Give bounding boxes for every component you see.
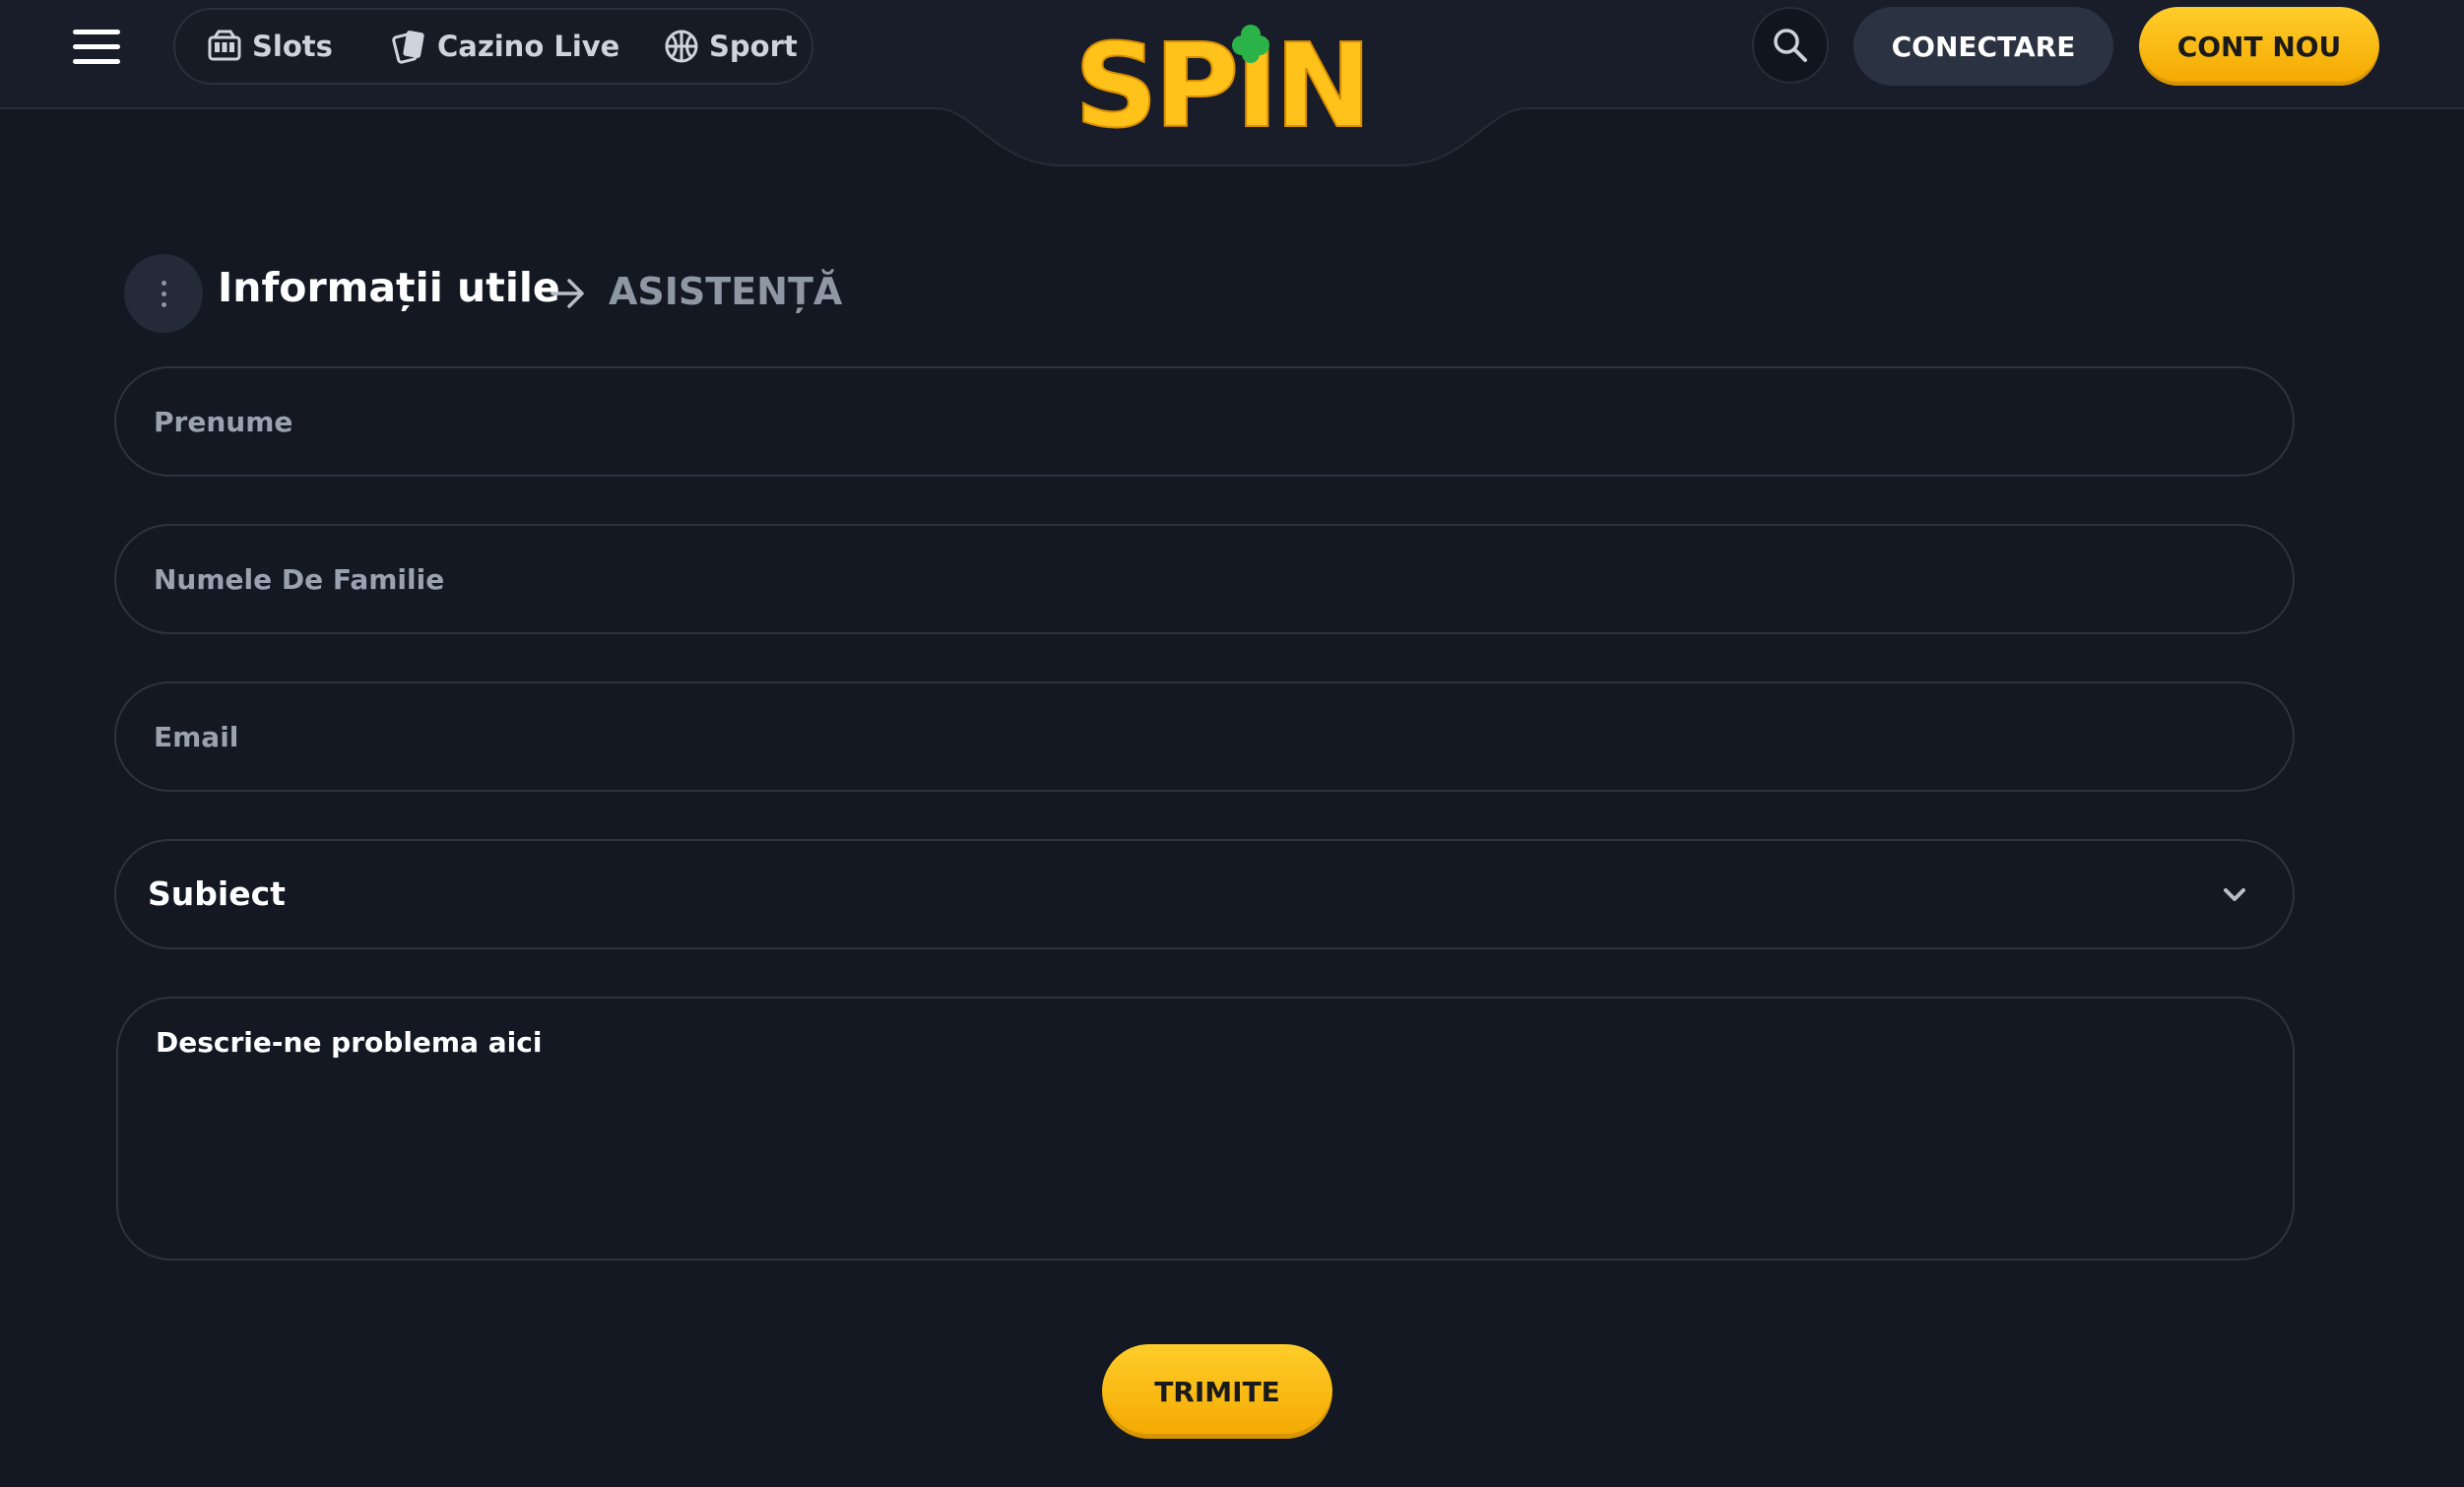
subject-select-label: Subiect [148,874,286,913]
email-input[interactable] [114,681,2295,792]
breadcrumb-menu-button[interactable] [124,254,203,333]
search-icon [1774,29,1807,62]
register-button[interactable]: CONT NOU [2139,7,2379,86]
breadcrumb-current[interactable]: ASISTENȚĂ [609,270,842,313]
submit-button[interactable]: TRIMITE [1102,1344,1332,1439]
nav-sport[interactable]: Sport [664,10,798,83]
nav-slots[interactable]: Slots [207,10,333,83]
message-textarea[interactable] [116,997,2295,1261]
last-name-input[interactable] [114,524,2295,634]
spin-logo[interactable]: SPIN [1064,20,1379,138]
arrow-right-icon [551,279,584,308]
playing-cards-icon [392,31,424,64]
nav-live-casino[interactable]: Cazino Live [392,10,619,83]
menu-icon[interactable] [73,30,120,65]
logo-text: SPIN [1074,20,1368,138]
kebab-dot [161,291,166,296]
search-button[interactable] [1752,7,1829,84]
nav-sport-label: Sport [709,30,798,63]
chevron-down-icon [2224,888,2245,901]
subject-select[interactable]: Subiect [114,839,2295,949]
login-button[interactable]: CONECTARE [1853,7,2113,86]
breadcrumb-title: Informații utile [218,264,560,311]
nav-slots-label: Slots [252,30,333,63]
nav-live-label: Cazino Live [437,30,620,63]
kebab-dot [161,301,166,307]
slot-machine-icon [208,30,241,61]
first-name-input[interactable] [114,366,2295,477]
kebab-dot [161,280,166,286]
main-nav: Slots Cazino Live Sport [173,8,813,85]
basketball-icon [665,30,698,63]
